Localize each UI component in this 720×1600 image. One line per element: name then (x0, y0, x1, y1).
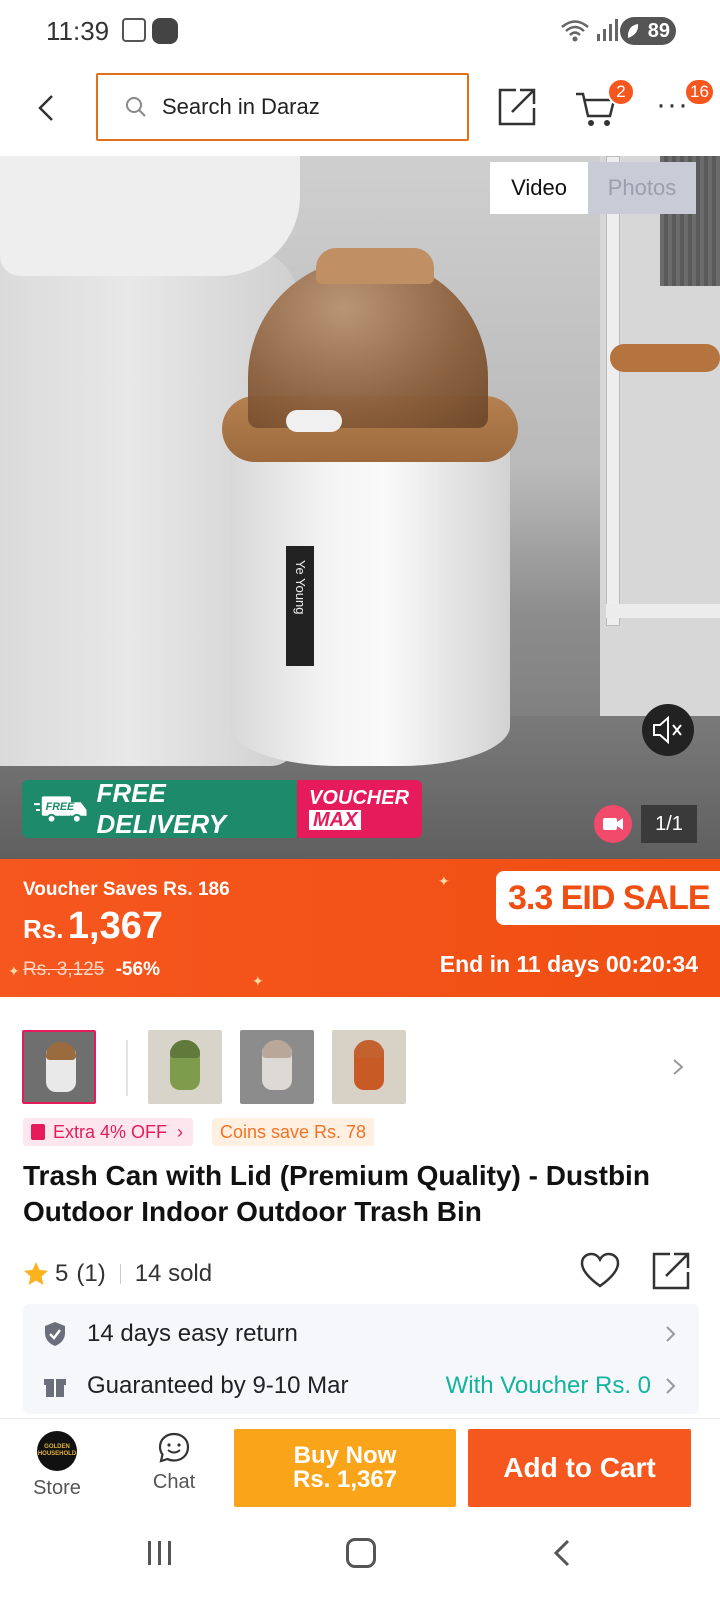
mute-icon (653, 715, 682, 745)
sold-count: 14 sold (134, 1260, 213, 1287)
system-nav-bar (0, 1518, 720, 1600)
delivery-truck-icon: FREE (34, 796, 87, 824)
share-icon[interactable] (496, 84, 540, 128)
status-bar: 11:39 89 (0, 0, 720, 62)
recent-apps-icon[interactable] (146, 1540, 174, 1566)
store-label: Store (33, 1477, 81, 1499)
promo-banner: FREE FREE DELIVERY VOUCHER MAX (22, 780, 422, 838)
chevron-right-icon[interactable] (668, 1052, 688, 1082)
service-panel: 14 days easy return Guaranteed by 9-10 M… (23, 1304, 699, 1414)
sparkle-icon: ✦ (8, 963, 20, 979)
tab-video[interactable]: Video (490, 162, 588, 214)
cart-count-badge: 2 (607, 78, 635, 106)
store-logo-text: GOLDEN HOUSEHOLD (37, 1444, 77, 1457)
store-logo: GOLDEN HOUSEHOLD (37, 1431, 77, 1471)
store-button[interactable]: GOLDEN HOUSEHOLD Store (30, 1431, 84, 1500)
search-placeholder: Search in Daraz (162, 94, 320, 119)
extra-off-tag[interactable]: Extra 4% OFF › (23, 1118, 194, 1146)
return-policy-text: 14 days easy return (87, 1320, 298, 1347)
tab-photos[interactable]: Photos (588, 162, 696, 214)
voucher-text: VOUCHER (309, 787, 410, 809)
screenshot-icon (122, 18, 146, 42)
voucher-value-text: With Voucher Rs. 0 (445, 1372, 651, 1399)
wifi-icon (561, 20, 589, 42)
buy-now-price: Rs. 1,367 (292, 1466, 398, 1493)
discount-percent: -56% (115, 959, 160, 980)
gift-icon (44, 1379, 66, 1397)
shield-icon (45, 1322, 65, 1346)
back-arrow-icon[interactable] (30, 88, 66, 128)
original-price: Rs. 3,125 (23, 959, 105, 980)
product-image-bin (230, 426, 510, 766)
rating-value: 5 (55, 1260, 69, 1287)
original-price-row: Rs. 3,125 -56% (23, 959, 160, 981)
chat-icon (158, 1432, 190, 1463)
rating-count[interactable]: (1) (76, 1260, 105, 1288)
home-icon[interactable] (346, 1538, 376, 1568)
price-banner: ✦ ✦ ✦ Voucher Saves Rs. 186 Rs. 1,367 Rs… (0, 859, 720, 997)
thumbnail-3[interactable] (240, 1030, 314, 1104)
media-counter: 1/1 (641, 805, 697, 843)
battery-indicator: 89 (620, 17, 676, 45)
return-policy-row[interactable]: 14 days easy return (23, 1304, 699, 1364)
price-amount: 1,367 (67, 905, 164, 947)
notification-dot-icon (152, 18, 178, 44)
add-to-cart-button[interactable]: Add to Cart (468, 1429, 691, 1507)
power-saving-icon (627, 24, 639, 38)
chevron-right-icon (666, 1378, 676, 1394)
product-media-viewer[interactable]: Ye Young Video Photos FREE FREE DELIVERY… (0, 156, 720, 859)
current-price: Rs. 1,367 (23, 905, 163, 948)
thumbnail-4[interactable] (332, 1030, 406, 1104)
search-icon (126, 97, 146, 117)
divider (119, 1264, 121, 1284)
more-options-icon[interactable]: ··· (656, 90, 688, 120)
voucher-savings: Voucher Saves Rs. 186 (23, 879, 230, 900)
sparkle-icon: ✦ (438, 873, 450, 889)
chevron-right-icon: › (177, 1121, 184, 1142)
product-title: Trash Can with Lid (Premium Quality) - D… (23, 1160, 650, 1227)
price-currency: Rs. (23, 914, 64, 944)
coins-save-tag: Coins save Rs. 78 (212, 1118, 375, 1146)
star-icon (24, 1262, 48, 1285)
chat-label: Chat (152, 1471, 196, 1493)
chevron-right-icon (666, 1326, 676, 1342)
free-delivery-badge: FREE FREE DELIVERY (22, 780, 297, 838)
search-input[interactable]: Search in Daraz (96, 73, 469, 141)
thumbnail-1[interactable] (22, 1030, 96, 1104)
voucher-max-text: MAX (309, 810, 362, 830)
eid-sale-badge: 3.3 EID SALE (496, 871, 720, 925)
buy-now-label: Buy Now (293, 1442, 397, 1469)
share-icon[interactable] (652, 1250, 692, 1290)
search-header: Search in Daraz 2 ··· 16 (0, 62, 720, 156)
bin-brand-label: Ye Young (286, 546, 314, 666)
thumbnail-2[interactable] (148, 1030, 222, 1104)
messages-count-badge: 16 (684, 78, 715, 106)
battery-level: 89 (647, 19, 670, 42)
bottom-action-bar: GOLDEN HOUSEHOLD Store Chat Buy Now Rs. … (0, 1418, 720, 1518)
thumbnail-divider (126, 1040, 128, 1096)
chat-button[interactable]: Chat (144, 1431, 204, 1494)
wishlist-heart-icon[interactable] (580, 1252, 620, 1290)
delivery-guarantee-text: Guaranteed by 9-10 Mar (87, 1372, 349, 1399)
video-camera-icon (594, 805, 632, 843)
delivery-guarantee-row[interactable]: Guaranteed by 9-10 Mar With Voucher Rs. … (23, 1356, 699, 1414)
free-delivery-text: FREE DELIVERY (96, 780, 227, 838)
thumbnail-strip (0, 1030, 720, 1106)
extra-off-text: Extra 4% OFF (53, 1121, 168, 1142)
buy-now-button[interactable]: Buy Now Rs. 1,367 (234, 1429, 456, 1507)
bin-brand-text: Ye Young (293, 560, 308, 615)
truck-free-text: FREE (46, 801, 75, 813)
status-time: 11:39 (46, 16, 110, 46)
voucher-icon (31, 1124, 45, 1140)
back-icon[interactable] (552, 1538, 572, 1568)
sparkle-icon: ✦ (252, 973, 264, 989)
mute-button[interactable] (642, 704, 694, 756)
sale-countdown: End in 11 days 00:20:34 (439, 951, 698, 977)
voucher-max-badge: VOUCHER MAX (297, 780, 422, 838)
signal-icon (597, 19, 618, 41)
media-tabs: Video Photos (490, 162, 696, 214)
